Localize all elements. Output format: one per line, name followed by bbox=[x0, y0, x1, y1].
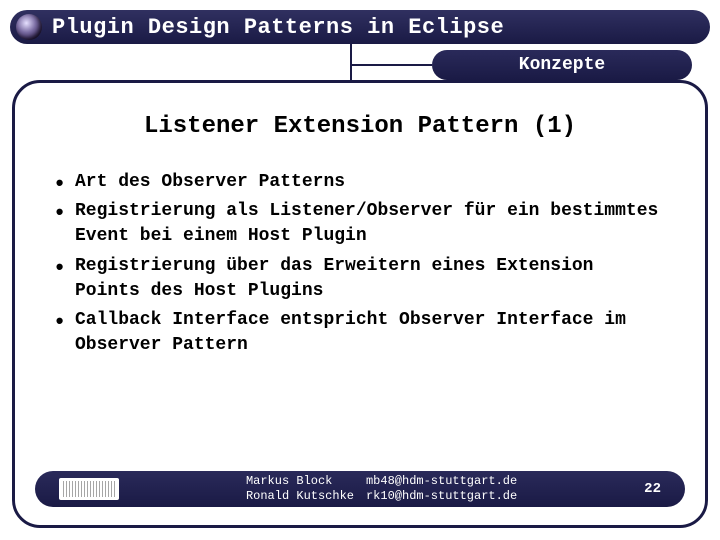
header-title: Plugin Design Patterns in Eclipse bbox=[52, 15, 504, 40]
connector-line bbox=[350, 44, 352, 80]
author2-email: rk10@hdm-stuttgart.de bbox=[366, 489, 517, 504]
section-badge: Konzepte bbox=[432, 50, 692, 80]
content-frame: Listener Extension Pattern (1) Art des O… bbox=[12, 80, 708, 528]
author1-email: mb48@hdm-stuttgart.de bbox=[366, 474, 517, 489]
page-number: 22 bbox=[644, 481, 661, 497]
header-bar: Plugin Design Patterns in Eclipse bbox=[10, 10, 710, 44]
bullet-item: Art des Observer Patterns bbox=[53, 170, 667, 195]
bullet-list: Art des Observer Patterns Registrierung … bbox=[53, 170, 667, 358]
footer-logo bbox=[59, 478, 119, 500]
footer-bar: Markus Block mb48@hdm-stuttgart.de Ronal… bbox=[35, 471, 685, 507]
bullet-item: Registrierung als Listener/Observer für … bbox=[53, 199, 667, 249]
eclipse-icon bbox=[16, 14, 42, 40]
bullet-item: Registrierung über das Erweitern eines E… bbox=[53, 254, 667, 304]
author2-name: Ronald Kutschke bbox=[246, 489, 354, 504]
footer-authors: Markus Block mb48@hdm-stuttgart.de Ronal… bbox=[246, 474, 517, 504]
slide-title: Listener Extension Pattern (1) bbox=[53, 113, 667, 140]
bullet-item: Callback Interface entspricht Observer I… bbox=[53, 308, 667, 358]
connector-line bbox=[350, 64, 432, 66]
author1-name: Markus Block bbox=[246, 474, 354, 489]
